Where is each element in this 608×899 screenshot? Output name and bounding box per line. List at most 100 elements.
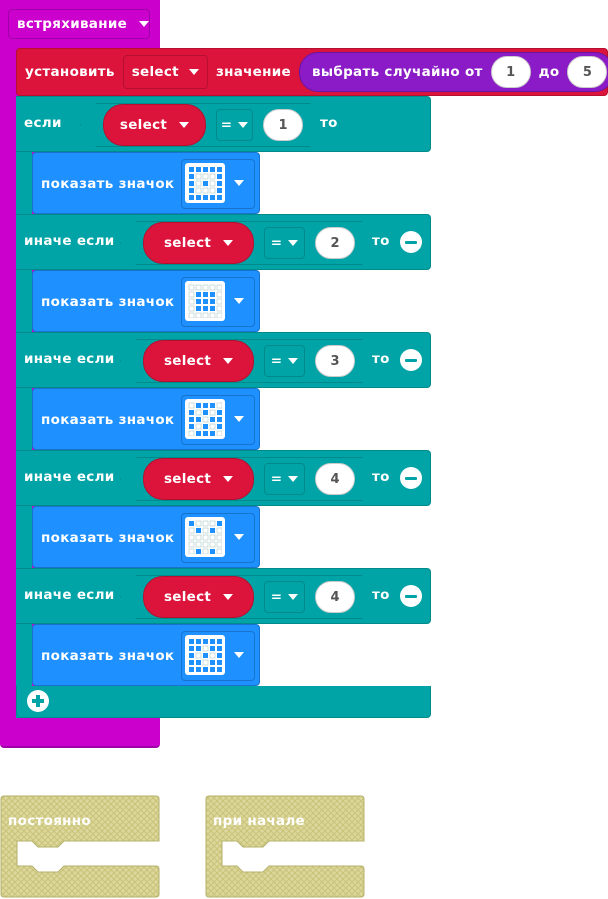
random-block[interactable]: выбрать случайно от 1 до 5	[299, 52, 608, 92]
forever-block[interactable]: постоянно	[0, 795, 160, 898]
operator-dropdown[interactable]: =	[264, 345, 305, 377]
chevron-down-icon	[234, 652, 244, 658]
minus-icon	[405, 476, 417, 480]
show-icon-block[interactable]: показать значок	[32, 506, 260, 568]
variable-name: select	[131, 64, 179, 80]
icon-dropdown[interactable]	[181, 395, 255, 445]
remove-branch-button[interactable]	[400, 467, 422, 489]
random-from-input[interactable]: 1	[490, 56, 531, 88]
set-variable-block[interactable]: установить select значение выбрать случа…	[16, 48, 608, 96]
then-label: то	[372, 469, 390, 485]
show-icon-block[interactable]: показать значок	[32, 270, 260, 332]
on-start-label: при начале	[213, 813, 306, 829]
chevron-down-icon	[234, 298, 244, 304]
icon-dropdown[interactable]	[181, 513, 255, 563]
gesture-dropdown[interactable]: встряхивание	[8, 9, 150, 39]
operator-dropdown[interactable]: =	[216, 109, 253, 141]
on-start-block-shape	[205, 795, 365, 898]
small-square-icon	[185, 635, 225, 675]
chevron-down-icon	[288, 358, 298, 364]
forever-block-shape	[0, 795, 160, 898]
operator-label: =	[270, 471, 283, 487]
chevron-down-icon	[188, 69, 199, 75]
x-icon	[185, 399, 225, 439]
compare-block[interactable]: select = 1	[80, 103, 326, 147]
chevron-down-icon	[223, 594, 233, 600]
remove-branch-button[interactable]	[400, 349, 422, 371]
add-branch-button[interactable]	[27, 690, 49, 712]
remove-branch-button[interactable]	[400, 231, 422, 253]
chevron-down-icon	[234, 534, 244, 540]
else-if-condition-row[interactable]: иначе если select = 4 то	[16, 568, 431, 624]
show-icon-block[interactable]: показать значок	[32, 624, 260, 686]
if-block-spine	[16, 96, 32, 718]
chevron-down-icon	[223, 358, 233, 364]
compare-block[interactable]: select = 2	[120, 221, 378, 265]
random-to-label: до	[538, 64, 560, 80]
operator-label: =	[220, 117, 233, 133]
else-if-condition-row[interactable]: иначе если select = 2 то	[16, 214, 431, 270]
random-to-input[interactable]: 5	[567, 56, 608, 88]
compare-value-input[interactable]: 4	[315, 463, 355, 495]
operator-dropdown[interactable]: =	[264, 227, 305, 259]
chevron-down-icon	[179, 122, 189, 128]
variable-reporter[interactable]: select	[143, 340, 254, 382]
operator-dropdown[interactable]: =	[264, 463, 305, 495]
chevron-down-icon	[139, 21, 150, 27]
chevron-down-icon	[223, 240, 233, 246]
else-if-label: иначе если	[24, 469, 115, 485]
else-if-condition-row[interactable]: иначе если select = 3 то	[16, 332, 431, 388]
operator-label: =	[270, 589, 283, 605]
show-icon-label: показать значок	[41, 412, 175, 428]
variable-reporter[interactable]: select	[143, 222, 254, 264]
remove-branch-button[interactable]	[400, 585, 422, 607]
minus-icon	[405, 358, 417, 362]
square-icon	[185, 281, 225, 321]
compare-value-input[interactable]: 2	[315, 227, 355, 259]
else-if-label: иначе если	[24, 351, 115, 367]
compare-block[interactable]: select = 3	[120, 339, 378, 383]
operator-label: =	[270, 235, 283, 251]
icon-dropdown[interactable]	[181, 631, 255, 681]
icon-dropdown[interactable]	[181, 277, 255, 327]
else-if-label: иначе если	[24, 233, 115, 249]
then-label: то	[320, 115, 338, 131]
variable-reporter-label: select	[163, 353, 212, 369]
compare-value-input[interactable]: 3	[315, 345, 355, 377]
then-label: то	[372, 587, 390, 603]
variable-reporter-label: select	[163, 235, 212, 251]
icon-dropdown[interactable]	[181, 159, 255, 209]
if-condition-row[interactable]: если select = 1 то	[16, 96, 431, 152]
then-label: то	[372, 233, 390, 249]
chevron-down-icon	[238, 122, 248, 128]
operator-dropdown[interactable]: =	[264, 581, 305, 613]
variable-reporter[interactable]: select	[143, 458, 254, 500]
show-icon-block[interactable]: показать значок	[32, 388, 260, 450]
else-if-label: иначе если	[24, 587, 115, 603]
gesture-dropdown-label: встряхивание	[17, 16, 128, 32]
chevron-down-icon	[288, 476, 298, 482]
compare-block[interactable]: select = 4	[120, 575, 378, 619]
chevron-down-icon	[288, 240, 298, 246]
else-if-condition-row[interactable]: иначе если select = 4 то	[16, 450, 431, 506]
forever-label: постоянно	[8, 813, 92, 829]
chevron-down-icon	[223, 476, 233, 482]
variable-reporter-label: select	[163, 589, 212, 605]
operator-label: =	[270, 353, 283, 369]
compare-value-input[interactable]: 1	[263, 109, 303, 141]
variable-reporter[interactable]: select	[103, 104, 206, 146]
compare-value-input[interactable]: 4	[315, 581, 355, 613]
compare-block[interactable]: select = 4	[120, 457, 378, 501]
happy-grid-icon	[185, 517, 225, 557]
on-start-block[interactable]: при начале	[205, 795, 365, 898]
chevron-down-icon	[288, 594, 298, 600]
chevron-down-icon	[234, 180, 244, 186]
variable-reporter[interactable]: select	[143, 576, 254, 618]
if-label: если	[24, 115, 62, 131]
then-label: то	[372, 351, 390, 367]
show-icon-label: показать значок	[41, 530, 175, 546]
show-icon-block[interactable]: показать значок	[32, 152, 260, 214]
variable-dropdown[interactable]: select	[122, 55, 208, 89]
show-icon-label: показать значок	[41, 648, 175, 664]
random-label: выбрать случайно от	[312, 64, 483, 80]
